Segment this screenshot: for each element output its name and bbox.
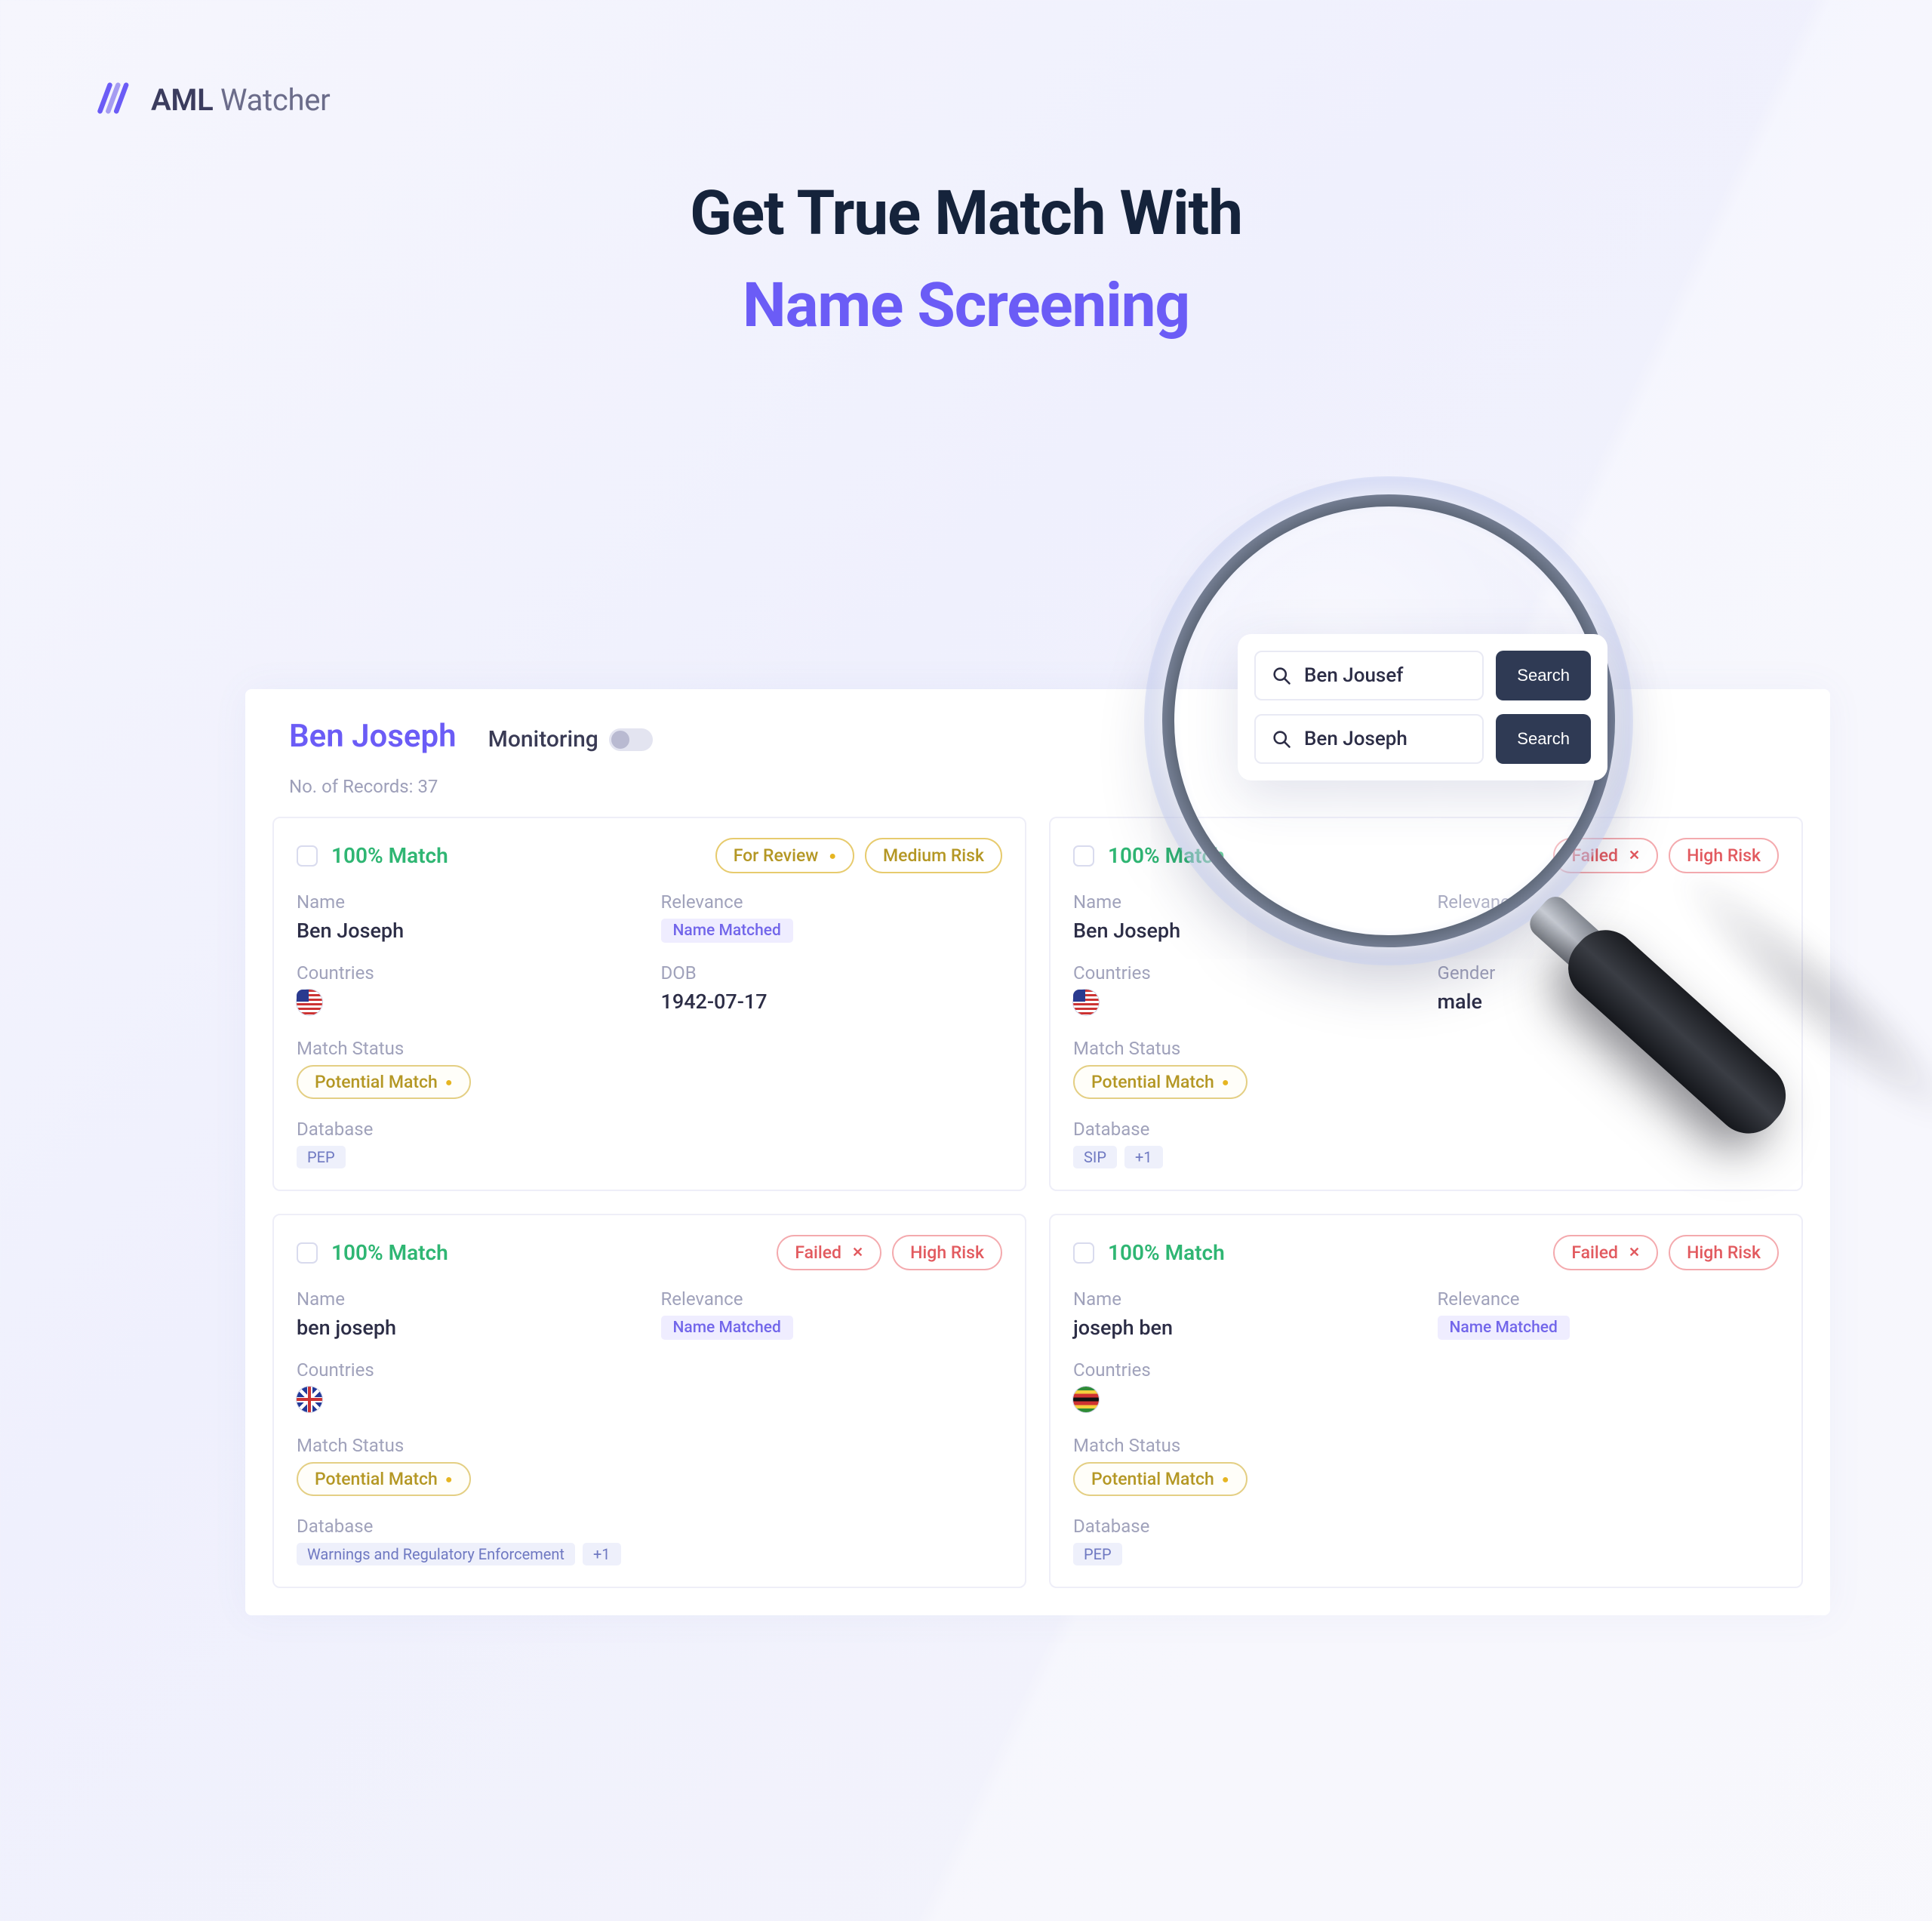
record-count: No. of Records: 37 <box>245 776 1830 817</box>
screened-name: Ben Joseph <box>289 718 457 755</box>
match-status-tag: Potential Match <box>297 1065 471 1099</box>
results-panel: Ben Joseph Monitoring No. of Records: 37… <box>245 689 1830 1615</box>
countries-field: Countries <box>1073 962 1415 1018</box>
country-flag-icon <box>297 1387 322 1412</box>
status-badge: High Risk <box>1669 838 1779 873</box>
result-card[interactable]: 100% Match For Review Medium Risk Name Be… <box>272 817 1026 1191</box>
relevance-tag: Name Matched <box>661 919 793 943</box>
name-field: Name ben joseph <box>297 1288 638 1340</box>
brand-bold: AML <box>151 82 213 118</box>
search-row: Ben Joseph Search <box>1254 714 1591 764</box>
database-chip: PEP <box>297 1146 346 1168</box>
database-field: Database Warnings and Regulatory Enforce… <box>297 1516 1002 1565</box>
brand-light: Watcher <box>213 82 330 118</box>
database-chip: +1 <box>583 1543 621 1565</box>
relevance-field: Relevance Name Matched <box>1438 1288 1780 1340</box>
relevance-tag: Name Matched <box>661 1316 793 1340</box>
country-flag-icon <box>1073 1387 1099 1412</box>
select-checkbox[interactable] <box>1073 1242 1094 1264</box>
countries-field: Countries <box>297 1359 638 1415</box>
database-field: Database SIP+1 <box>1073 1119 1779 1168</box>
match-status-tag: Potential Match <box>1073 1462 1247 1496</box>
match-percentage: 100% Match <box>331 843 448 868</box>
search-icon <box>1271 665 1292 686</box>
status-badge: For Review <box>715 838 854 873</box>
country-flag-icon <box>297 990 322 1015</box>
extra-field: DOB 1942-07-17 <box>661 962 1003 1018</box>
database-chip: Warnings and Regulatory Enforcement <box>297 1543 575 1565</box>
database-chip: PEP <box>1073 1543 1122 1565</box>
result-card[interactable]: 100% Match Failed High Risk Name joseph b… <box>1049 1214 1803 1588</box>
search-popover: Ben Jousef Search Ben Joseph Search <box>1238 634 1607 780</box>
match-status-tag: Potential Match <box>1073 1065 1247 1099</box>
search-row: Ben Jousef Search <box>1254 651 1591 700</box>
result-card[interactable]: 100% Match Failed High Risk Name ben jose… <box>272 1214 1026 1588</box>
search-text: Ben Joseph <box>1304 728 1407 750</box>
hero-line2: Name Screening <box>0 269 1932 342</box>
database-chip: +1 <box>1124 1146 1163 1168</box>
monitoring-toggle[interactable]: Monitoring <box>488 726 653 753</box>
search-icon <box>1271 728 1292 750</box>
select-checkbox[interactable] <box>1073 845 1094 867</box>
brand-logo: AML Watcher <box>95 79 330 121</box>
countries-field: Countries <box>1073 1359 1415 1415</box>
status-badge: Medium Risk <box>865 838 1002 873</box>
select-checkbox[interactable] <box>297 845 318 867</box>
status-badge: Failed <box>777 1235 881 1270</box>
match-percentage: 100% Match <box>1108 843 1225 868</box>
hero-title: Get True Match With Name Screening <box>0 177 1932 342</box>
match-status-field: Match Status Potential Match <box>297 1038 1002 1099</box>
status-badge: High Risk <box>892 1235 1002 1270</box>
database-chip: SIP <box>1073 1146 1117 1168</box>
country-flag-icon <box>1073 990 1099 1015</box>
search-input[interactable]: Ben Jousef <box>1254 651 1484 700</box>
relevance-field: Relevance Name Matched <box>661 1288 1003 1340</box>
status-badge: Failed <box>1553 1235 1658 1270</box>
search-button[interactable]: Search <box>1496 651 1591 700</box>
relevance-tag: Name Matched <box>1438 1316 1570 1340</box>
database-field: Database PEP <box>297 1119 1002 1168</box>
extra-field: Gender male <box>1438 962 1780 1018</box>
database-field: Database PEP <box>1073 1516 1779 1565</box>
relevance-field: Relevance Name Matched <box>661 891 1003 943</box>
match-percentage: 100% Match <box>1108 1240 1225 1265</box>
match-status-field: Match Status Potential Match <box>1073 1038 1779 1099</box>
toggle-icon[interactable] <box>609 728 653 751</box>
select-checkbox[interactable] <box>297 1242 318 1264</box>
result-card[interactable]: 100% Match Failed High Risk Name Ben Jose… <box>1049 817 1803 1191</box>
name-field: Name Ben Joseph <box>297 891 638 943</box>
search-input[interactable]: Ben Joseph <box>1254 714 1484 764</box>
hero-line1: Get True Match With <box>0 177 1932 250</box>
match-percentage: 100% Match <box>331 1240 448 1265</box>
match-status-field: Match Status Potential Match <box>297 1435 1002 1496</box>
name-field: Name Ben Joseph <box>1073 891 1415 943</box>
brand-mark-icon <box>95 79 134 121</box>
name-field: Name joseph ben <box>1073 1288 1415 1340</box>
search-button[interactable]: Search <box>1496 714 1591 764</box>
relevance-field: Relevance <box>1438 891 1780 943</box>
match-status-tag: Potential Match <box>297 1462 471 1496</box>
countries-field: Countries <box>297 962 638 1018</box>
search-text: Ben Jousef <box>1304 664 1403 687</box>
status-badge: Failed <box>1553 838 1658 873</box>
status-badge: High Risk <box>1669 1235 1779 1270</box>
match-status-field: Match Status Potential Match <box>1073 1435 1779 1496</box>
